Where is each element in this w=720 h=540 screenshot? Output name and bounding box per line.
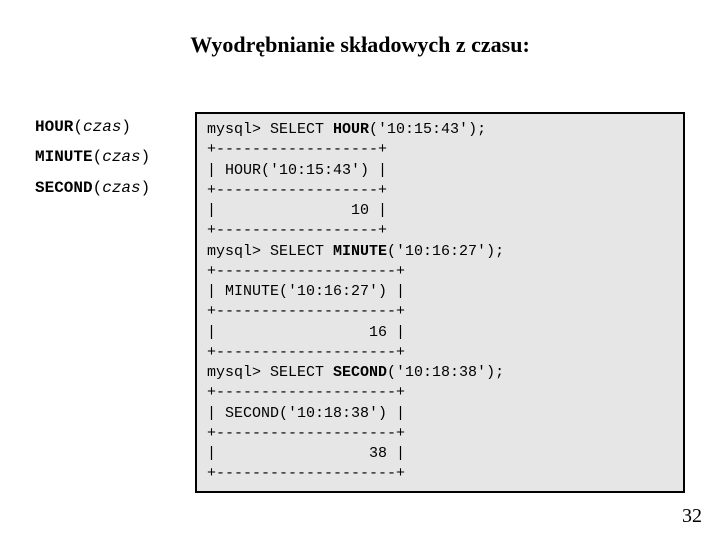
code-line: ('10:15:43'); <box>369 121 486 138</box>
fn-arg: czas <box>102 148 140 166</box>
page-number: 32 <box>682 505 702 528</box>
function-list: HOUR(czas) MINUTE(czas) SECOND(czas) <box>35 112 195 203</box>
fn-arg: czas <box>83 118 121 136</box>
code-line: +--------------------+ <box>207 344 405 361</box>
code-line: | SECOND('10:18:38') | <box>207 405 405 422</box>
function-item: MINUTE(czas) <box>35 142 195 172</box>
function-item: HOUR(czas) <box>35 112 195 142</box>
code-line: | HOUR('10:15:43') | <box>207 162 387 179</box>
code-line: +------------------+ <box>207 222 387 239</box>
code-line: ('10:16:27'); <box>387 243 504 260</box>
fn-arg: czas <box>102 179 140 197</box>
code-line: +------------------+ <box>207 182 387 199</box>
code-line: +--------------------+ <box>207 303 405 320</box>
code-line: | 10 | <box>207 202 387 219</box>
code-line: mysql> SELECT <box>207 121 333 138</box>
sql-keyword: HOUR <box>333 121 369 138</box>
sql-keyword: SECOND <box>333 364 387 381</box>
code-line: mysql> SELECT <box>207 243 333 260</box>
code-line: +--------------------+ <box>207 465 405 482</box>
code-line: +--------------------+ <box>207 263 405 280</box>
code-line: +------------------+ <box>207 141 387 158</box>
slide-title: Wyodrębnianie składowych z czasu: <box>0 32 720 58</box>
code-line: +--------------------+ <box>207 425 405 442</box>
code-line: | MINUTE('10:16:27') | <box>207 283 405 300</box>
code-line: mysql> SELECT <box>207 364 333 381</box>
sql-output: mysql> SELECT HOUR('10:15:43'); +-------… <box>195 112 685 493</box>
content-row: HOUR(czas) MINUTE(czas) SECOND(czas) mys… <box>35 112 685 493</box>
sql-keyword: MINUTE <box>333 243 387 260</box>
code-line: | 16 | <box>207 324 405 341</box>
function-item: SECOND(czas) <box>35 173 195 203</box>
fn-name: HOUR <box>35 118 73 136</box>
code-line: +--------------------+ <box>207 384 405 401</box>
code-line: ('10:18:38'); <box>387 364 504 381</box>
fn-name: SECOND <box>35 179 93 197</box>
code-line: | 38 | <box>207 445 405 462</box>
fn-name: MINUTE <box>35 148 93 166</box>
slide: Wyodrębnianie składowych z czasu: HOUR(c… <box>0 0 720 540</box>
